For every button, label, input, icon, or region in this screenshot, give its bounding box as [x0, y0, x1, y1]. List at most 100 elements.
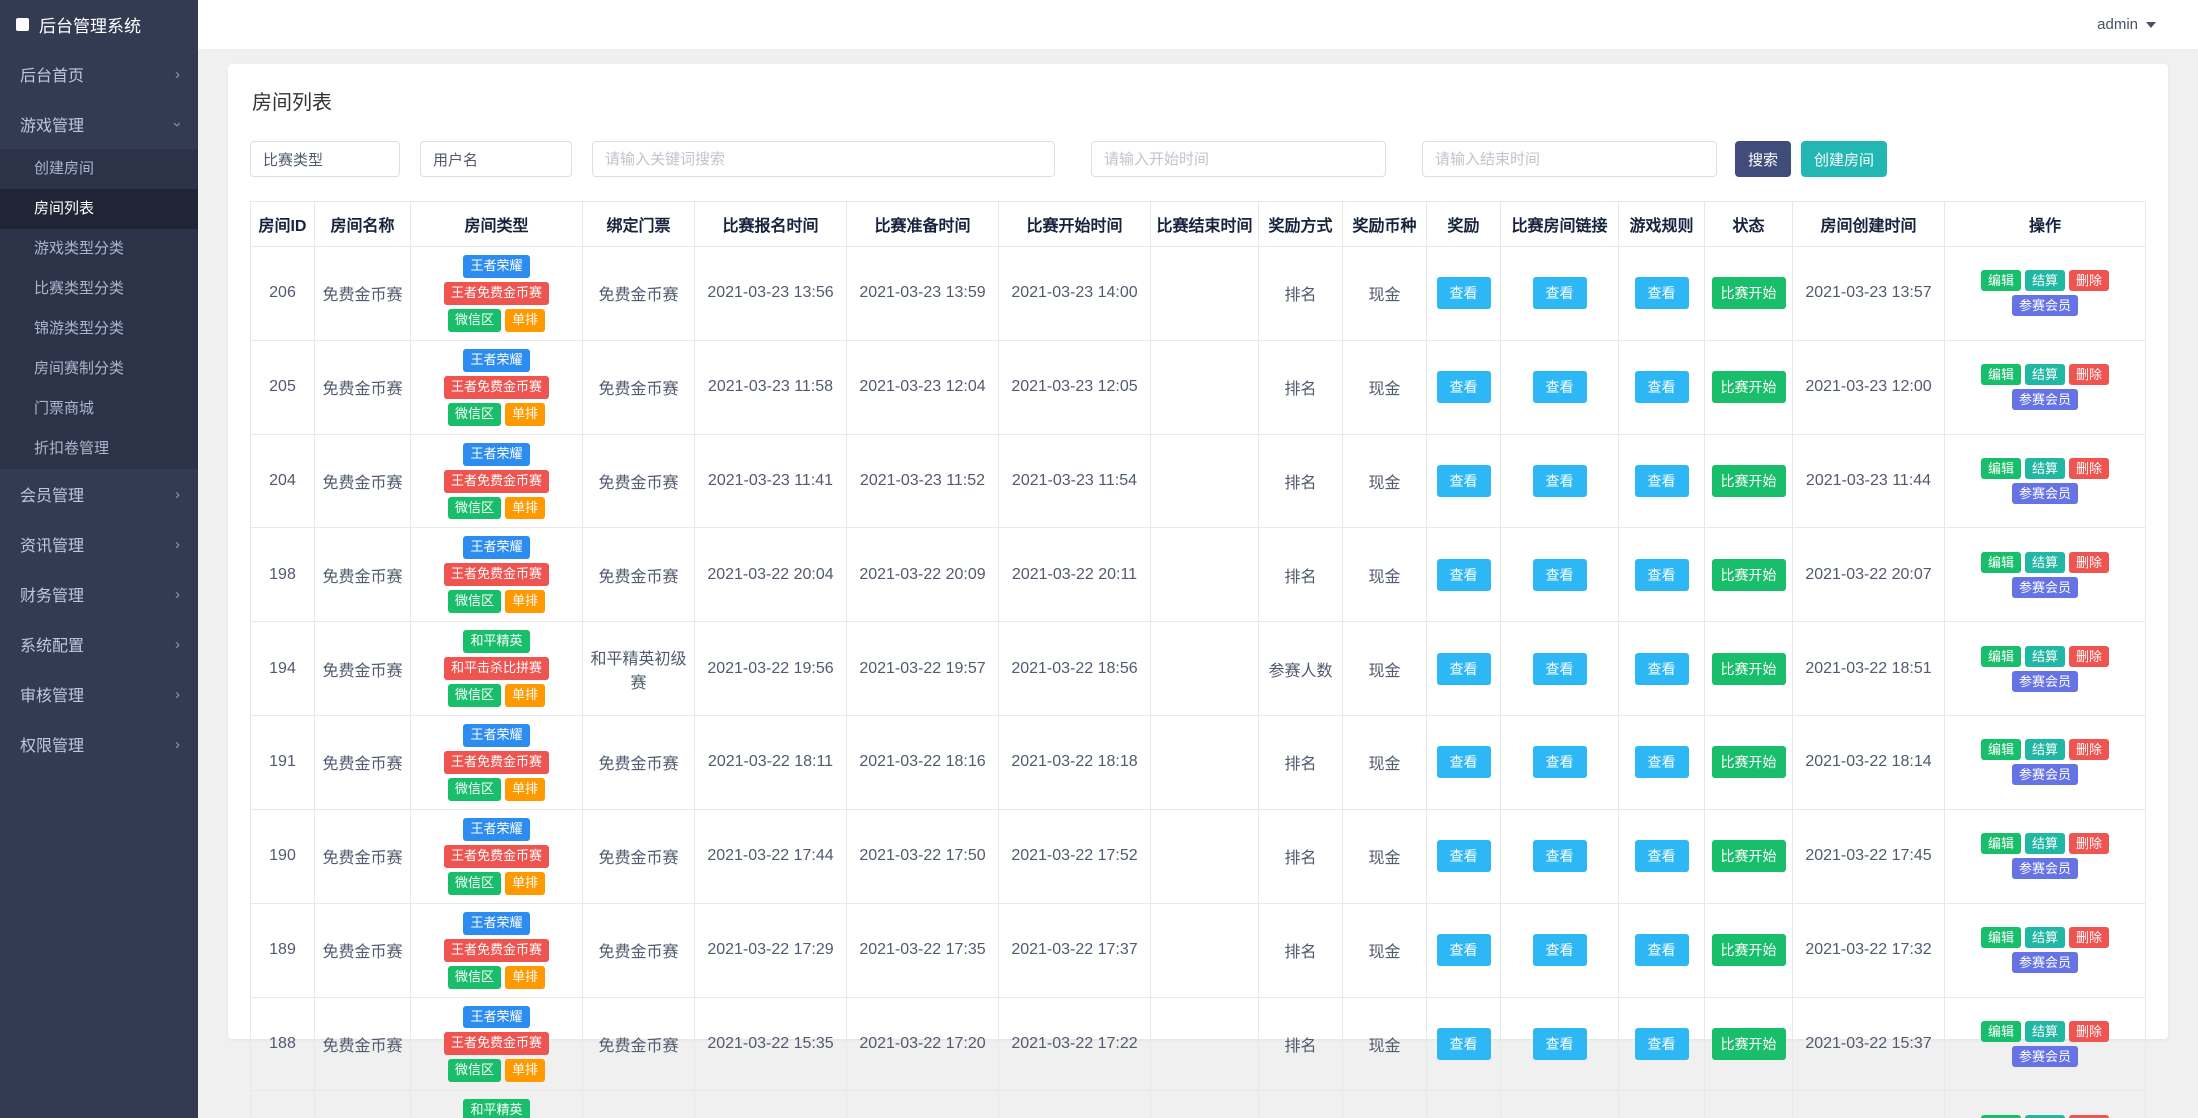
edit-button[interactable]: 编辑 — [1980, 739, 2021, 761]
room-link-view-button[interactable]: 查看 — [1532, 371, 1587, 404]
keyword-search-input[interactable] — [592, 141, 1055, 177]
delete-button[interactable]: 删除 — [2069, 1020, 2110, 1042]
room-link-view-button[interactable]: 查看 — [1532, 277, 1587, 310]
status-badge[interactable]: 比赛开始 — [1711, 840, 1786, 873]
settle-button[interactable]: 结算 — [2024, 551, 2065, 573]
reward-view-button[interactable]: 查看 — [1436, 277, 1491, 310]
user-menu[interactable]: admin — [2097, 16, 2156, 33]
status-badge[interactable]: 比赛开始 — [1711, 934, 1786, 967]
edit-button[interactable]: 编辑 — [1980, 270, 2021, 292]
rules-view-button[interactable]: 查看 — [1634, 840, 1689, 873]
sidebar-subitem[interactable]: 房间列表 — [0, 189, 198, 229]
sidebar-item[interactable]: 系统配置 › — [0, 619, 198, 669]
room-link-view-button[interactable]: 查看 — [1532, 652, 1587, 685]
sidebar-item[interactable]: 财务管理 › — [0, 569, 198, 619]
reward-view-button[interactable]: 查看 — [1436, 1027, 1491, 1060]
end-time-input[interactable] — [1422, 141, 1717, 177]
settle-button[interactable]: 结算 — [2024, 739, 2065, 761]
username-select[interactable]: 用户名 — [420, 141, 572, 177]
members-button[interactable]: 参赛会员 — [2011, 483, 2078, 505]
members-button[interactable]: 参赛会员 — [2011, 670, 2078, 692]
create-room-button[interactable]: 创建房间 — [1801, 141, 1888, 177]
status-badge[interactable]: 比赛开始 — [1711, 371, 1786, 404]
rules-view-button[interactable]: 查看 — [1634, 1027, 1689, 1060]
edit-button[interactable]: 编辑 — [1980, 927, 2021, 949]
room-link-view-button[interactable]: 查看 — [1532, 840, 1587, 873]
reward-view-button[interactable]: 查看 — [1436, 652, 1491, 685]
status-badge[interactable]: 比赛开始 — [1711, 465, 1786, 498]
rules-view-button[interactable]: 查看 — [1634, 277, 1689, 310]
edit-button[interactable]: 编辑 — [1980, 645, 2021, 667]
reward-view-button[interactable]: 查看 — [1436, 558, 1491, 591]
room-type-tag: 微信区 — [447, 965, 501, 989]
column-header: 奖励 — [1426, 201, 1501, 247]
reward-view-button[interactable]: 查看 — [1436, 934, 1491, 967]
delete-button[interactable]: 删除 — [2069, 458, 2110, 480]
status-badge[interactable]: 比赛开始 — [1711, 652, 1786, 685]
settle-button[interactable]: 结算 — [2024, 364, 2065, 386]
delete-button[interactable]: 删除 — [2069, 833, 2110, 855]
match-type-select[interactable]: 比赛类型 — [250, 141, 400, 177]
settle-button[interactable]: 结算 — [2024, 1020, 2065, 1042]
sidebar-item[interactable]: 后台首页 › — [0, 49, 198, 99]
sidebar-item[interactable]: 游戏管理 › — [0, 99, 198, 149]
edit-button[interactable]: 编辑 — [1980, 833, 2021, 855]
rules-view-button[interactable]: 查看 — [1634, 465, 1689, 498]
settle-button[interactable]: 结算 — [2024, 645, 2065, 667]
room-link-view-button[interactable]: 查看 — [1532, 465, 1587, 498]
sidebar-item[interactable]: 会员管理 › — [0, 469, 198, 519]
room-link-view-button[interactable]: 查看 — [1532, 934, 1587, 967]
sidebar-subitem[interactable]: 锦游类型分类 — [0, 309, 198, 349]
rules-view-button[interactable]: 查看 — [1634, 371, 1689, 404]
reward-view-button[interactable]: 查看 — [1436, 746, 1491, 779]
delete-button[interactable]: 删除 — [2069, 927, 2110, 949]
status-badge[interactable]: 比赛开始 — [1711, 277, 1786, 310]
delete-button[interactable]: 删除 — [2069, 739, 2110, 761]
sidebar-item[interactable]: 权限管理 › — [0, 719, 198, 769]
start-time-input[interactable] — [1091, 141, 1386, 177]
rules-view-button[interactable]: 查看 — [1634, 652, 1689, 685]
reward-view-button[interactable]: 查看 — [1436, 371, 1491, 404]
members-button[interactable]: 参赛会员 — [2011, 764, 2078, 786]
members-button[interactable]: 参赛会员 — [2011, 1045, 2078, 1067]
delete-button[interactable]: 删除 — [2069, 645, 2110, 667]
room-link-view-button[interactable]: 查看 — [1532, 746, 1587, 779]
rules-view-button[interactable]: 查看 — [1634, 558, 1689, 591]
cell-end-time — [1150, 339, 1259, 435]
search-button[interactable]: 搜索 — [1735, 141, 1792, 177]
rules-view-button[interactable]: 查看 — [1634, 746, 1689, 779]
room-link-view-button[interactable]: 查看 — [1532, 1027, 1587, 1060]
room-link-view-button[interactable]: 查看 — [1532, 558, 1587, 591]
sidebar-subitem[interactable]: 门票商城 — [0, 389, 198, 429]
settle-button[interactable]: 结算 — [2024, 270, 2065, 292]
sidebar-item[interactable]: 资讯管理 › — [0, 519, 198, 569]
members-button[interactable]: 参赛会员 — [2011, 858, 2078, 880]
delete-button[interactable]: 删除 — [2069, 270, 2110, 292]
status-badge[interactable]: 比赛开始 — [1711, 1027, 1786, 1060]
members-button[interactable]: 参赛会员 — [2011, 576, 2078, 598]
status-badge[interactable]: 比赛开始 — [1711, 558, 1786, 591]
members-button[interactable]: 参赛会员 — [2011, 389, 2078, 411]
status-badge[interactable]: 比赛开始 — [1711, 746, 1786, 779]
sidebar-subitem[interactable]: 房间赛制分类 — [0, 349, 198, 389]
rules-view-button[interactable]: 查看 — [1634, 934, 1689, 967]
reward-view-button[interactable]: 查看 — [1436, 465, 1491, 498]
edit-button[interactable]: 编辑 — [1980, 458, 2021, 480]
sidebar-subitem[interactable]: 创建房间 — [0, 149, 198, 189]
members-button[interactable]: 参赛会员 — [2011, 952, 2078, 974]
members-button[interactable]: 参赛会员 — [2011, 295, 2078, 317]
edit-button[interactable]: 编辑 — [1980, 364, 2021, 386]
sidebar-subitem[interactable]: 比赛类型分类 — [0, 269, 198, 309]
sidebar-subitem[interactable]: 游戏类型分类 — [0, 229, 198, 269]
delete-button[interactable]: 删除 — [2069, 364, 2110, 386]
settle-button[interactable]: 结算 — [2024, 458, 2065, 480]
settle-button[interactable]: 结算 — [2024, 927, 2065, 949]
sidebar-subitem[interactable]: 折扣卷管理 — [0, 429, 198, 469]
edit-button[interactable]: 编辑 — [1980, 1020, 2021, 1042]
reward-view-button[interactable]: 查看 — [1436, 840, 1491, 873]
edit-button[interactable]: 编辑 — [1980, 551, 2021, 573]
settle-button[interactable]: 结算 — [2024, 833, 2065, 855]
op-line: 编辑结算删除 — [1949, 644, 2141, 669]
sidebar-item[interactable]: 审核管理 › — [0, 669, 198, 719]
delete-button[interactable]: 删除 — [2069, 551, 2110, 573]
